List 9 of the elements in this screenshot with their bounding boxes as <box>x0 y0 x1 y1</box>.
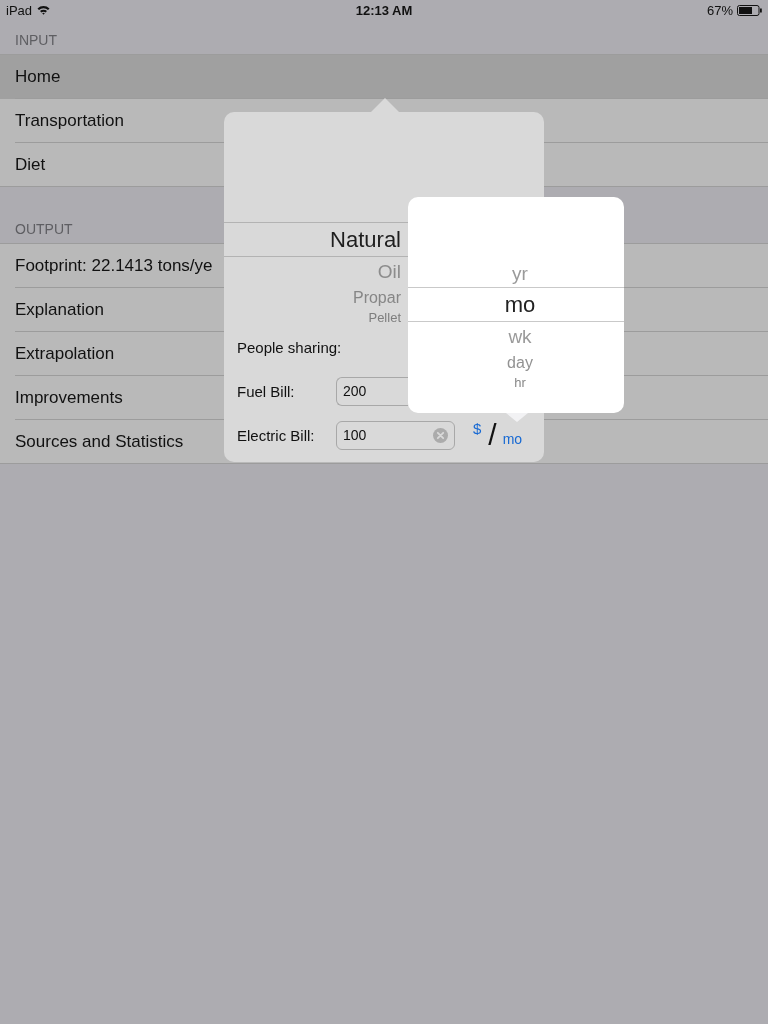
field-label: People sharing: <box>237 338 342 356</box>
section-header: INPUT <box>15 32 57 48</box>
carrier-text: iPad <box>6 2 33 18</box>
battery-percent: 67% <box>706 2 733 18</box>
field-label: Electric Bill: <box>237 426 316 444</box>
unit-separator: / <box>488 420 497 450</box>
section-header: OUTPUT <box>15 221 73 237</box>
field-label: Fuel Bill: <box>237 382 296 400</box>
clock-text: 12:13 AM <box>355 2 413 18</box>
